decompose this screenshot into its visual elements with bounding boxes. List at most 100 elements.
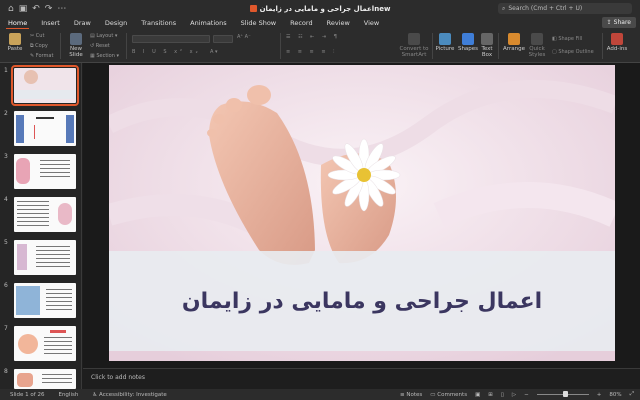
thumbnail-text bbox=[17, 201, 49, 227]
align-buttons[interactable]: ≡ ≡ ≡ ≡ ⫶ bbox=[286, 49, 337, 55]
left-foot-toe bbox=[213, 114, 225, 124]
slideshow-icon[interactable]: ▷ bbox=[512, 392, 516, 398]
slide-thumbnail-7[interactable] bbox=[14, 326, 76, 361]
font-size-select[interactable] bbox=[213, 35, 233, 43]
search-icon: ⌕ bbox=[502, 4, 506, 12]
zoom-slider-thumb[interactable] bbox=[562, 391, 568, 398]
clipboard-icon bbox=[9, 33, 21, 45]
tab-view[interactable]: View bbox=[362, 18, 381, 28]
slide-number: 6 bbox=[4, 282, 8, 289]
thumbnail-figure bbox=[66, 115, 74, 143]
slide-number: 5 bbox=[4, 239, 8, 246]
quick-styles-icon bbox=[531, 33, 543, 45]
thumbnail-title-banner bbox=[14, 90, 76, 99]
fit-to-window-icon[interactable]: ⤢ bbox=[630, 391, 634, 398]
format-painter-button[interactable]: ✎ Format bbox=[30, 53, 53, 59]
tab-draw[interactable]: Draw bbox=[72, 18, 93, 28]
undo-icon[interactable]: ↶ bbox=[32, 4, 40, 14]
text-box-button[interactable]: Text Box bbox=[480, 33, 494, 58]
title-bar: ⌂ ▣ ↶ ↷ ⋯ اعمال جراحی و مامایی در زایمان… bbox=[0, 0, 640, 17]
current-slide[interactable]: اعمال جراحی و مامایی در زایمان bbox=[109, 65, 615, 361]
quick-styles-button[interactable]: Quick Styles bbox=[527, 33, 547, 58]
picture-icon bbox=[439, 33, 451, 45]
font-name-select[interactable] bbox=[132, 35, 210, 43]
arrange-button[interactable]: Arrange bbox=[503, 33, 525, 52]
thumbnail-text bbox=[46, 289, 72, 311]
slide-thumbnail-2[interactable] bbox=[14, 111, 76, 146]
divider bbox=[432, 33, 433, 59]
reading-view-icon[interactable]: ▯ bbox=[501, 392, 504, 398]
copy-button[interactable]: ⧉ Copy bbox=[30, 43, 48, 49]
shapes-button[interactable]: Shapes bbox=[457, 33, 479, 52]
shape-fill-button[interactable]: ◧ Shape Fill bbox=[552, 36, 582, 42]
reset-button[interactable]: ↺ Reset bbox=[90, 43, 110, 49]
add-ins-button[interactable]: Add-ins bbox=[606, 33, 628, 52]
ribbon-tabs: Home Insert Draw Design Transitions Anim… bbox=[0, 17, 640, 29]
document-icon bbox=[249, 5, 257, 12]
convert-smartart-button[interactable]: Convert to SmartArt bbox=[396, 33, 432, 58]
zoom-slider[interactable] bbox=[536, 391, 589, 398]
comments-button[interactable]: ▭ Comments bbox=[430, 392, 467, 398]
picture-button[interactable]: Picture bbox=[434, 33, 456, 52]
slide-thumbnail-6[interactable] bbox=[14, 283, 76, 318]
slide-thumbnail-5[interactable] bbox=[14, 240, 76, 275]
share-icon: ⇪ bbox=[606, 19, 612, 26]
slide-sorter-icon[interactable]: ⊞ bbox=[488, 392, 493, 398]
slide-thumbnail-4[interactable] bbox=[14, 197, 76, 232]
font-size-buttons[interactable]: A⁺ A⁻ bbox=[237, 34, 251, 40]
cut-button[interactable]: ✂ Cut bbox=[30, 33, 44, 39]
accessibility-button[interactable]: ♿ Accessibility: Investigate bbox=[92, 392, 166, 398]
ribbon-toolbar: Paste ✂ Cut ⧉ Copy ✎ Format New Slide ▤ … bbox=[0, 29, 640, 63]
thumbnail-figure bbox=[16, 115, 24, 143]
slide-thumbnail-1[interactable] bbox=[11, 65, 79, 106]
tab-home[interactable]: Home bbox=[6, 18, 30, 29]
tab-slide-show[interactable]: Slide Show bbox=[239, 18, 278, 28]
add-ins-icon bbox=[611, 33, 623, 45]
quick-access-toolbar: ⌂ ▣ ↶ ↷ ⋯ bbox=[8, 4, 66, 14]
zoom-level[interactable]: 80% bbox=[609, 392, 621, 398]
title-banner[interactable]: اعمال جراحی و مامایی در زایمان bbox=[109, 251, 615, 351]
thumbnail-image bbox=[16, 158, 30, 184]
tab-animations[interactable]: Animations bbox=[188, 18, 229, 28]
slide-title[interactable]: اعمال جراحی و مامایی در زایمان bbox=[182, 289, 542, 314]
thumbnail-image bbox=[58, 203, 72, 225]
slide-thumbnail-8[interactable] bbox=[14, 369, 76, 389]
search-input[interactable]: ⌕ Search (Cmd + Ctrl + U) bbox=[498, 3, 632, 14]
status-bar: Slide 1 of 26 English ♿ Accessibility: I… bbox=[0, 389, 640, 400]
thumbnail-image bbox=[18, 334, 38, 354]
zoom-in-button[interactable]: + bbox=[597, 392, 602, 398]
font-style-buttons[interactable]: B I U S x² x₂ bbox=[132, 49, 201, 55]
list-buttons[interactable]: ☰ ☷ ⇤ ⇥ ¶ bbox=[286, 34, 340, 40]
thumbnail-text bbox=[36, 246, 70, 268]
layout-button[interactable]: ▤ Layout ▾ bbox=[90, 33, 117, 39]
zoom-out-button[interactable]: − bbox=[524, 392, 529, 398]
thumbnail-image bbox=[17, 244, 27, 270]
section-button[interactable]: ▦ Section ▾ bbox=[90, 53, 119, 59]
save-icon[interactable]: ▣ bbox=[19, 4, 28, 14]
thumbnail-text bbox=[42, 374, 72, 386]
slide-number: 3 bbox=[4, 153, 8, 160]
slide-thumbnail-panel[interactable]: 1 2 3 4 5 6 7 8 bbox=[0, 63, 82, 389]
new-slide-button[interactable]: New Slide bbox=[66, 33, 86, 58]
divider bbox=[602, 33, 603, 59]
paste-button[interactable]: Paste bbox=[5, 33, 25, 52]
tab-review[interactable]: Review bbox=[325, 18, 352, 28]
tab-design[interactable]: Design bbox=[103, 18, 129, 28]
more-icon[interactable]: ⋯ bbox=[57, 4, 66, 14]
language-indicator[interactable]: English bbox=[58, 392, 78, 398]
slide-editing-area[interactable]: اعمال جراحی و مامایی در زایمان bbox=[83, 63, 640, 368]
text-box-icon bbox=[481, 33, 493, 45]
share-button[interactable]: ⇪ Share bbox=[601, 17, 636, 28]
home-icon[interactable]: ⌂ bbox=[8, 4, 14, 14]
redo-icon[interactable]: ↷ bbox=[45, 4, 53, 14]
notes-button[interactable]: ≡ Notes bbox=[400, 392, 422, 398]
shape-outline-button[interactable]: ▢ Shape Outline bbox=[552, 49, 594, 55]
slide-thumbnail-3[interactable] bbox=[14, 154, 76, 189]
normal-view-icon[interactable]: ▣ bbox=[475, 392, 480, 398]
font-color-button[interactable]: A ▾ bbox=[210, 49, 218, 55]
tab-insert[interactable]: Insert bbox=[39, 18, 62, 28]
notes-pane[interactable]: Click to add notes bbox=[83, 368, 640, 389]
tab-record[interactable]: Record bbox=[288, 18, 314, 28]
tab-transitions[interactable]: Transitions bbox=[139, 18, 178, 28]
thumbnail-image bbox=[16, 286, 40, 315]
